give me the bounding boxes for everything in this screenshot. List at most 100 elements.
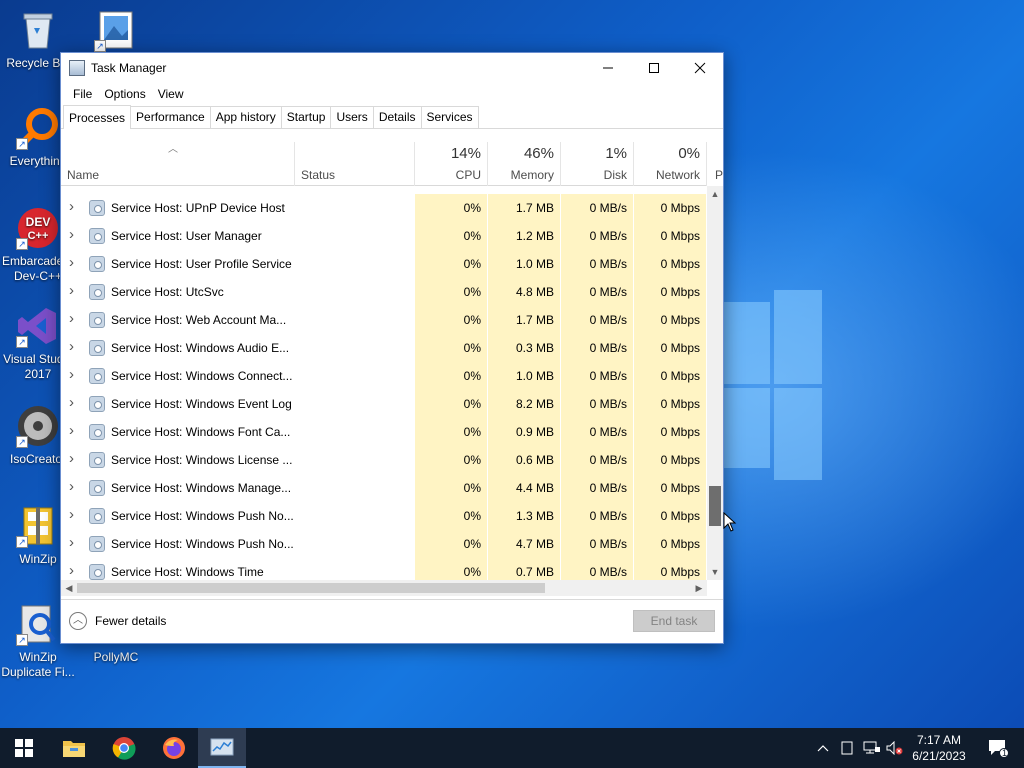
process-network-value: 0 Mbps	[660, 481, 700, 495]
process-memory-value: 1.3 MB	[515, 509, 554, 523]
column-header-disk[interactable]: 1% Disk	[561, 142, 634, 186]
column-label: Status	[301, 168, 336, 182]
column-header-memory[interactable]: 46% Memory	[488, 142, 561, 186]
chevron-right-icon[interactable]: ›	[69, 562, 74, 579]
horizontal-scrollbar[interactable]: ◀ ▶	[61, 580, 707, 596]
chevron-right-icon[interactable]: ›	[69, 338, 74, 355]
table-row[interactable]: › Service Host: User Manager 0% 1.2 MB 0 MB/…	[61, 222, 707, 250]
table-row[interactable]: › Service Host: Windows License ... 0% 0.6 …	[61, 446, 707, 474]
process-disk-value: 0 MB/s	[589, 425, 627, 439]
taskbar-clock[interactable]: 7:17 AM 6/21/2023	[906, 732, 972, 764]
chevron-right-icon[interactable]: ›	[69, 394, 74, 411]
chrome-icon	[112, 737, 136, 760]
chevron-right-icon[interactable]: ›	[69, 226, 74, 243]
table-row[interactable]: › Service Host: UPnP Device Host 0% 1.7 MB 0…	[61, 194, 707, 222]
svg-text:DEV: DEV	[26, 215, 51, 229]
tray-volume[interactable]	[884, 728, 906, 768]
taskbar-chrome[interactable]	[100, 728, 148, 768]
table-row[interactable]: › Service Host: Windows Manage... 0% 4.4 MB…	[61, 474, 707, 502]
chevron-right-icon[interactable]: ›	[69, 478, 74, 495]
table-row[interactable]: › Service Host: Windows Event Log 0% 8.2 MB…	[61, 390, 707, 418]
fewer-details-label: Fewer details	[95, 614, 167, 628]
menu-view[interactable]: View	[152, 87, 190, 101]
vertical-scrollbar[interactable]: ▲ ▼	[707, 186, 723, 580]
tab-processes[interactable]: Processes	[63, 105, 132, 129]
fewer-details-button[interactable]: ︿ Fewer details	[69, 612, 166, 630]
chevron-right-icon[interactable]: ›	[69, 254, 74, 271]
desktop-icon-image[interactable]: ↗	[78, 8, 154, 56]
scroll-up-icon[interactable]: ▲	[707, 186, 723, 202]
chevron-right-icon[interactable]: ›	[69, 506, 74, 523]
tab-users[interactable]: Users	[330, 106, 374, 128]
service-host-icon	[89, 536, 105, 552]
column-header-cpu[interactable]: 14% CPU	[415, 142, 488, 186]
tab-performance[interactable]: Performance	[130, 106, 211, 128]
scroll-down-icon[interactable]: ▼	[707, 564, 723, 580]
desktop-icon-label: PollyMC	[93, 650, 139, 664]
volume-muted-icon	[886, 741, 903, 755]
table-row[interactable]: › Service Host: Windows Push No... 0% 4.7 M…	[61, 530, 707, 558]
taskbar-file-explorer[interactable]	[50, 728, 98, 768]
tab-app-history[interactable]: App history	[209, 106, 282, 128]
column-header-power[interactable]: P	[707, 142, 723, 186]
start-button[interactable]	[0, 728, 48, 768]
taskbar-firefox[interactable]	[150, 728, 198, 768]
vertical-scroll-thumb[interactable]	[709, 486, 721, 526]
chevron-right-icon[interactable]: ›	[69, 534, 74, 551]
tray-network[interactable]	[860, 728, 884, 768]
task-manager-window: Task Manager File Options View Processes…	[60, 52, 724, 644]
horizontal-scroll-thumb[interactable]	[77, 583, 545, 593]
tray-tablet[interactable]	[836, 728, 858, 768]
process-network-value: 0 Mbps	[660, 313, 700, 327]
column-header-row: ︿ Name Status 14% CPU 46% Memory 1% Disk…	[61, 130, 723, 186]
chevron-right-icon[interactable]: ›	[69, 310, 74, 327]
chevron-right-icon[interactable]: ›	[69, 450, 74, 467]
table-row[interactable]: › Service Host: Windows Connect... 0% 1.0 M…	[61, 362, 707, 390]
table-row[interactable]: › Service Host: Windows Audio E... 0% 0.3 M…	[61, 334, 707, 362]
scroll-right-icon[interactable]: ▶	[691, 580, 707, 596]
maximize-icon	[649, 63, 659, 73]
tab-details[interactable]: Details	[372, 106, 422, 128]
tab-startup[interactable]: Startup	[280, 106, 332, 128]
process-cpu-value: 0%	[463, 481, 481, 495]
table-row[interactable]: › Service Host: UtcSvc 0% 4.8 MB 0 MB/s 0 Mbp…	[61, 278, 707, 306]
process-cpu-value: 0%	[463, 425, 481, 439]
table-row[interactable]: › Service Host: Web Account Ma... 0% 1.7 MB…	[61, 306, 707, 334]
tray-overflow-button[interactable]	[812, 728, 834, 768]
firefox-icon	[163, 737, 185, 759]
service-host-icon	[89, 200, 105, 216]
close-button[interactable]	[677, 53, 723, 83]
tab-services[interactable]: Services	[420, 106, 479, 128]
taskbar-task-manager[interactable]	[198, 728, 246, 768]
process-memory-value: 1.2 MB	[515, 229, 554, 243]
maximize-button[interactable]	[631, 53, 677, 83]
chevron-right-icon[interactable]: ›	[69, 282, 74, 299]
svg-text:C++: C++	[28, 230, 49, 242]
service-host-icon	[89, 452, 105, 468]
title-bar[interactable]: Task Manager	[61, 53, 723, 83]
winzip-icon: ↗	[16, 504, 60, 548]
menu-options[interactable]: Options	[98, 87, 151, 101]
end-task-button[interactable]: End task	[633, 610, 715, 632]
action-center-button[interactable]: 1	[978, 728, 1018, 768]
process-rows: › Service Host: UPnP Device Host 0% 1.7 MB 0…	[61, 186, 707, 580]
minimize-button[interactable]	[585, 53, 631, 83]
process-network-value: 0 Mbps	[660, 369, 700, 383]
process-network-value: 0 Mbps	[660, 341, 700, 355]
column-header-network[interactable]: 0% Network	[634, 142, 707, 186]
column-header-status[interactable]: Status	[295, 142, 415, 186]
network-icon	[863, 741, 880, 754]
column-header-name[interactable]: Name	[61, 142, 295, 186]
process-cpu-value: 0%	[463, 313, 481, 327]
table-row[interactable]: › Service Host: Windows Push No... 0% 1.3 M…	[61, 502, 707, 530]
process-cpu-value: 0%	[463, 369, 481, 383]
table-row[interactable]: › Service Host: Windows Font Ca... 0% 0.9 M…	[61, 418, 707, 446]
window-title: Task Manager	[91, 61, 167, 75]
scroll-left-icon[interactable]: ◀	[61, 580, 77, 596]
table-row[interactable]: › Service Host: User Profile Service 0% 1.0…	[61, 250, 707, 278]
chevron-right-icon[interactable]: ›	[69, 422, 74, 439]
menu-file[interactable]: File	[67, 87, 98, 101]
table-row[interactable]: › Service Host: Windows Time 0% 0.7 MB 0 MB/…	[61, 558, 707, 580]
chevron-right-icon[interactable]: ›	[69, 366, 74, 383]
chevron-right-icon[interactable]: ›	[69, 198, 74, 215]
